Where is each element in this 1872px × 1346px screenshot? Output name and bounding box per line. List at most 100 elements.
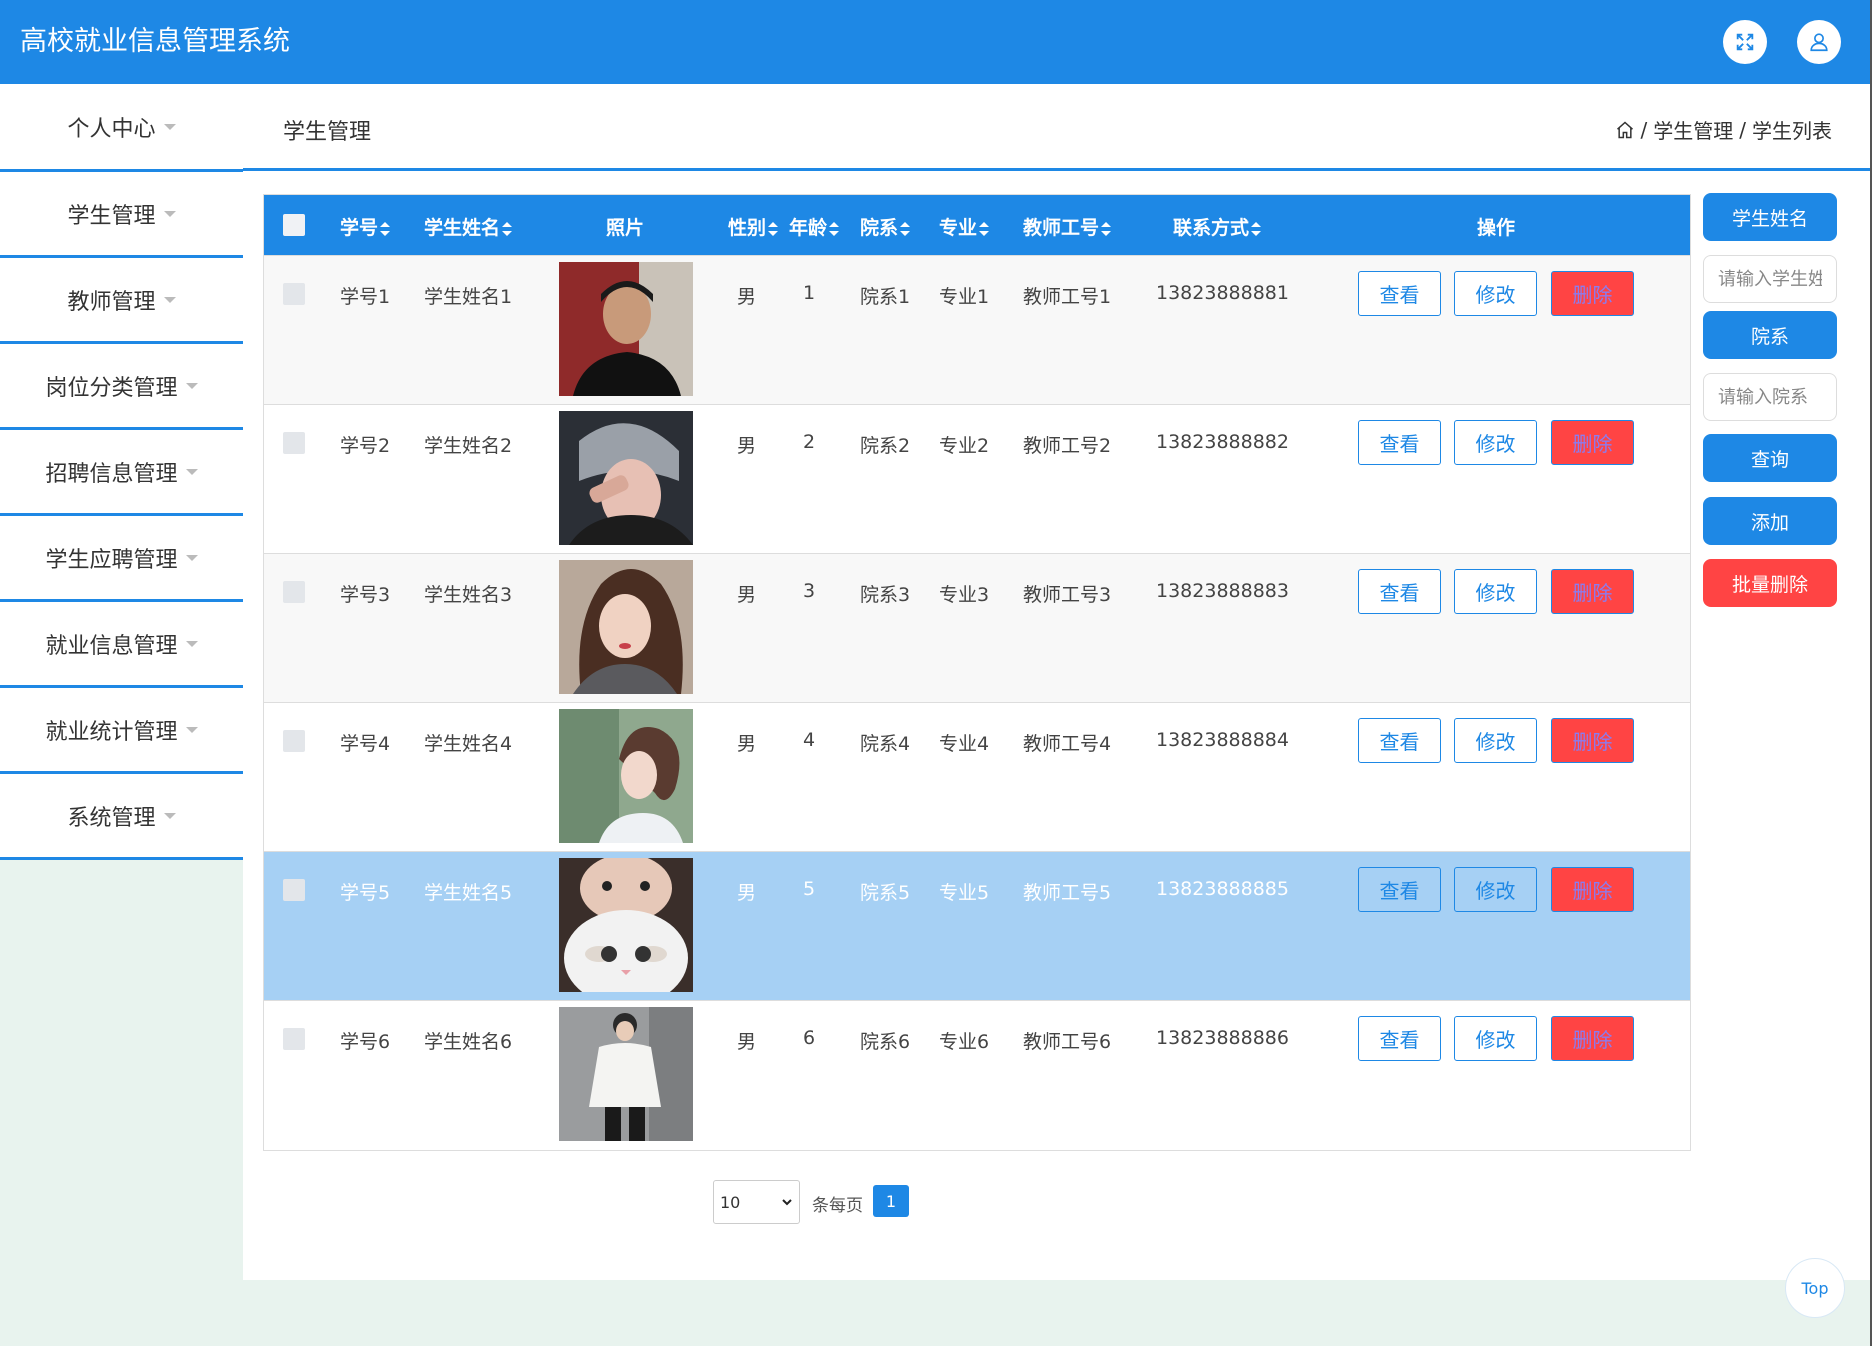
- edit-button[interactable]: 修改: [1454, 867, 1537, 912]
- cell-name: 学生姓名3: [424, 584, 513, 606]
- cell-dept: 院系2: [860, 435, 911, 457]
- header-age[interactable]: 年龄: [789, 213, 840, 240]
- table-row-selected[interactable]: 学号5 学生姓名5 男 5 院系5 专业5 教师工号5 13823888885 …: [264, 851, 1690, 1000]
- row-checkbox[interactable]: [283, 581, 305, 603]
- delete-button[interactable]: 删除: [1551, 271, 1634, 316]
- expand-icon: [1736, 33, 1754, 51]
- sidebar-item-application-management[interactable]: 学生应聘管理: [0, 516, 243, 602]
- cell-teacher: 教师工号1: [1023, 286, 1112, 308]
- cell-id: 学号2: [340, 435, 391, 457]
- row-checkbox[interactable]: [283, 730, 305, 752]
- edit-button[interactable]: 修改: [1454, 1016, 1537, 1061]
- header-dept[interactable]: 院系: [860, 213, 911, 240]
- view-button[interactable]: 查看: [1358, 1016, 1441, 1061]
- cell-dept: 院系6: [860, 1031, 911, 1053]
- cell-dept: 院系3: [860, 584, 911, 606]
- page-size-value: 10: [720, 1192, 741, 1212]
- fullscreen-button[interactable]: [1723, 20, 1767, 64]
- sidebar-item-personal-center[interactable]: 个人中心: [0, 84, 243, 172]
- cell-age: 3: [803, 580, 816, 602]
- table-row[interactable]: 学号3 学生姓名3 男 3 院系3 专业3 教师工号3 13823888883 …: [264, 553, 1690, 702]
- delete-button[interactable]: 删除: [1551, 1016, 1634, 1061]
- caret-down-icon: [163, 296, 176, 303]
- cell-dept: 院系4: [860, 733, 911, 755]
- sidebar-item-system-management[interactable]: 系统管理: [0, 774, 243, 860]
- header-actions: 操作: [1477, 217, 1516, 239]
- sidebar-item-recruitment-management[interactable]: 招聘信息管理: [0, 430, 243, 516]
- cell-gender: 男: [737, 733, 757, 755]
- view-button[interactable]: 查看: [1358, 569, 1441, 614]
- student-name-search-input[interactable]: [1703, 255, 1837, 303]
- sidebar-item-label: 学生管理: [67, 203, 156, 229]
- delete-button[interactable]: 删除: [1551, 718, 1634, 763]
- caret-down-icon: [163, 123, 176, 130]
- header-phone[interactable]: 联系方式: [1173, 213, 1262, 240]
- table-row[interactable]: 学号4 学生姓名4 男 4 院系4 专业4 教师工号4 13823888884 …: [264, 702, 1690, 851]
- sidebar-item-label: 就业统计管理: [45, 719, 178, 745]
- cell-dept: 院系5: [860, 882, 911, 904]
- edit-button[interactable]: 修改: [1454, 420, 1537, 465]
- dept-search-input[interactable]: [1703, 373, 1837, 421]
- breadcrumb-level1[interactable]: 学生管理: [1653, 115, 1733, 144]
- page-size-select[interactable]: 10: [713, 1180, 800, 1224]
- delete-button[interactable]: 删除: [1551, 867, 1634, 912]
- sidebar-item-job-category-management[interactable]: 岗位分类管理: [0, 344, 243, 430]
- view-button[interactable]: 查看: [1358, 867, 1441, 912]
- caret-down-icon: [185, 640, 198, 647]
- caret-down-icon: [163, 812, 176, 819]
- header-major[interactable]: 专业: [939, 213, 990, 240]
- delete-button[interactable]: 删除: [1551, 420, 1634, 465]
- caret-down-icon: [185, 726, 198, 733]
- view-button[interactable]: 查看: [1358, 271, 1441, 316]
- cell-teacher: 教师工号5: [1023, 882, 1112, 904]
- sidebar-item-student-management[interactable]: 学生管理: [0, 172, 243, 258]
- sidebar-item-label: 系统管理: [67, 805, 156, 831]
- add-button[interactable]: 添加: [1703, 497, 1837, 545]
- page-number-current[interactable]: 1: [873, 1185, 909, 1217]
- sidebar-item-label: 招聘信息管理: [45, 461, 178, 487]
- query-button[interactable]: 查询: [1703, 434, 1837, 482]
- cell-age: 5: [803, 878, 816, 900]
- table-row[interactable]: 学号1 学生姓名1 男 1 院系1 专业1 教师工号1 13823888881 …: [264, 255, 1690, 404]
- row-checkbox[interactable]: [283, 1028, 305, 1050]
- cell-phone: 13823888885: [1156, 878, 1289, 900]
- caret-down-icon: [185, 554, 198, 561]
- select-all-checkbox[interactable]: [283, 214, 305, 236]
- batch-delete-button[interactable]: 批量删除: [1703, 559, 1837, 607]
- cell-age: 4: [803, 729, 816, 751]
- view-button[interactable]: 查看: [1358, 420, 1441, 465]
- user-icon: [1810, 33, 1828, 52]
- table-row[interactable]: 学号2 学生姓名2 男 2 院系2 专业2 教师工号2 13823888882 …: [264, 404, 1690, 553]
- header-gender[interactable]: 性别: [728, 213, 779, 240]
- table-row[interactable]: 学号6 学生姓名6 男 6 院系6 专业6 教师工号6 13823888886 …: [264, 1000, 1690, 1149]
- row-checkbox[interactable]: [283, 283, 305, 305]
- edit-button[interactable]: 修改: [1454, 271, 1537, 316]
- sidebar-item-label: 学生应聘管理: [45, 547, 178, 573]
- cell-gender: 男: [737, 286, 757, 308]
- delete-button[interactable]: 删除: [1551, 569, 1634, 614]
- cell-gender: 男: [737, 882, 757, 904]
- sort-icon: [979, 221, 990, 236]
- edit-button[interactable]: 修改: [1454, 718, 1537, 763]
- edit-button[interactable]: 修改: [1454, 569, 1537, 614]
- sidebar-item-statistics-management[interactable]: 就业统计管理: [0, 688, 243, 774]
- sidebar-item-teacher-management[interactable]: 教师管理: [0, 258, 243, 344]
- header-id[interactable]: 学号: [340, 213, 391, 240]
- back-to-top-button[interactable]: Top: [1785, 1258, 1845, 1318]
- caret-down-icon: [185, 382, 198, 389]
- sort-icon: [1101, 221, 1112, 236]
- student-table: 学号 学生姓名 照片 性别 年龄 院系 专业 教师工号 联系方式 操作 学号1 …: [263, 194, 1691, 1151]
- user-button[interactable]: [1797, 20, 1841, 64]
- sidebar-item-label: 岗位分类管理: [45, 375, 178, 401]
- student-photo: [559, 560, 693, 694]
- home-icon[interactable]: [1615, 120, 1635, 140]
- sidebar-item-employment-management[interactable]: 就业信息管理: [0, 602, 243, 688]
- dept-label-button[interactable]: 院系: [1703, 311, 1837, 359]
- row-checkbox[interactable]: [283, 879, 305, 901]
- header-teacher[interactable]: 教师工号: [1023, 213, 1112, 240]
- top-bar: 高校就业信息管理系统: [0, 0, 1872, 84]
- student-name-label-button[interactable]: 学生姓名: [1703, 193, 1837, 241]
- row-checkbox[interactable]: [283, 432, 305, 454]
- header-name[interactable]: 学生姓名: [424, 213, 513, 240]
- view-button[interactable]: 查看: [1358, 718, 1441, 763]
